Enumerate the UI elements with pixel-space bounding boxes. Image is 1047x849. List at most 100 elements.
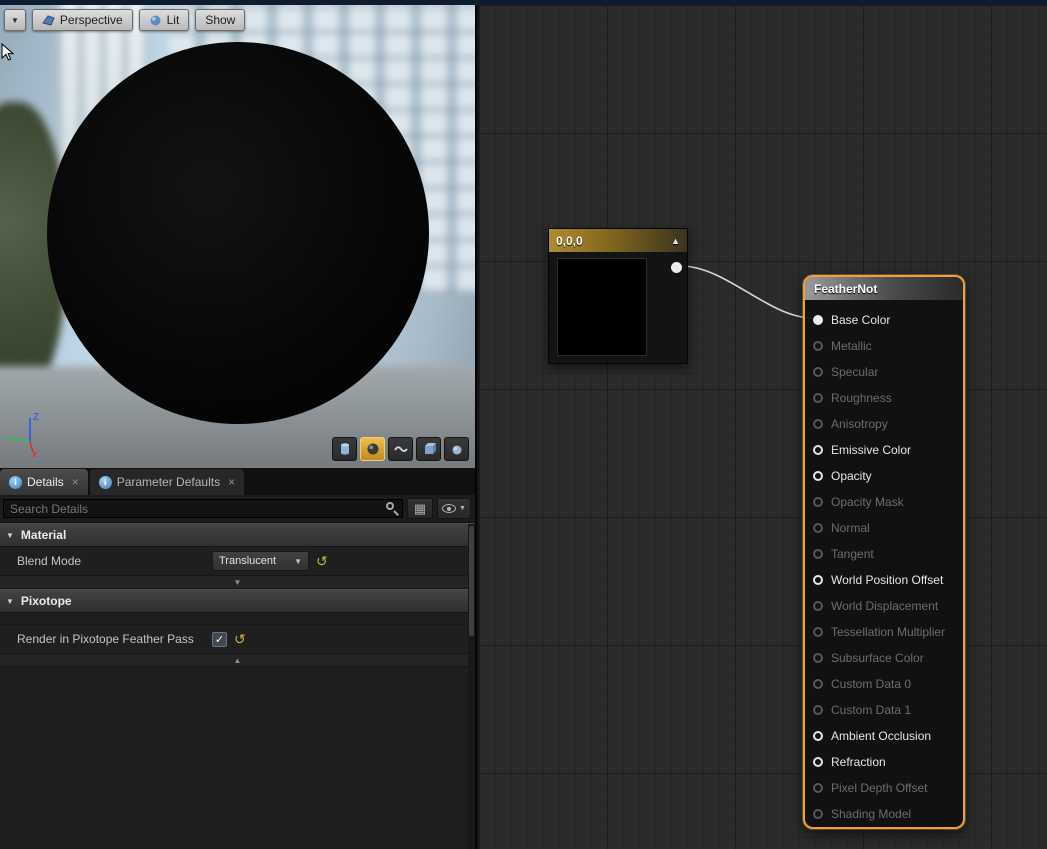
material-node-pins: Base Color Metallic SpecularRoughness Aniso… [805,300,963,829]
blend-mode-dropdown[interactable]: Translucent ▼ [212,551,309,571]
material-pin-row[interactable]: Emissive Color [813,437,955,463]
preview-shape-cylinder-button[interactable] [332,437,357,461]
input-pin-icon[interactable] [813,679,823,689]
section-expanded-icon: ▼ [6,597,14,606]
pin-label: Metallic [831,339,872,353]
material-pin-row[interactable]: Base Color [813,307,955,333]
check-icon: ✓ [215,633,224,646]
details-empty-area [0,667,475,827]
input-pin-icon[interactable] [813,627,823,637]
preview-shape-sphere-button[interactable] [360,437,385,461]
show-label: Show [205,13,235,27]
material-pin-row[interactable]: Roughness [813,385,955,411]
details-panel: i Details × i Parameter Defaults × ▦ [0,468,477,849]
axis-gizmo: Z x [2,406,54,458]
input-pin-icon[interactable] [813,549,823,559]
search-details-input[interactable] [3,499,403,518]
material-output-node[interactable]: FeatherNot Base Color Metallic SpecularRou… [803,275,965,829]
input-pin-icon[interactable] [813,419,823,429]
viewport-options-button[interactable]: ▼ [4,9,26,31]
material-pin-row[interactable]: Pixel Depth Offset [813,775,955,801]
input-pin-icon[interactable] [813,809,823,819]
pin-label: Base Color [831,313,890,327]
chevron-down-icon: ▼ [459,505,466,512]
node-collapse-icon[interactable]: ▲ [671,236,680,246]
details-search-row: ▦ ▼ [0,495,475,523]
material-pin-row[interactable]: Normal [813,515,955,541]
collapse-up-icon: ▲ [234,656,242,665]
close-icon[interactable]: × [72,475,79,489]
perspective-button[interactable]: Perspective [32,9,133,31]
input-pin-icon[interactable] [813,575,823,585]
cube-icon [422,442,436,456]
preview-viewport[interactable]: ▼ Perspective Lit Show [0,5,477,468]
preview-shape-cube-button[interactable] [416,437,441,461]
material-node-titlebar[interactable]: FeatherNot [805,277,963,300]
viewport-toolbar: ▼ Perspective Lit Show [4,9,245,31]
input-pin-icon[interactable] [813,731,823,741]
input-pin-icon[interactable] [813,601,823,611]
constant-node-titlebar[interactable]: 0,0,0 ▲ [549,229,687,252]
spacer-row [0,613,475,625]
section-expanded-icon: ▼ [6,531,14,540]
input-pin-icon[interactable] [813,445,823,455]
show-button[interactable]: Show [195,9,245,31]
material-pin-row[interactable]: Custom Data 1 [813,697,955,723]
tab-details[interactable]: i Details × [0,469,88,495]
material-pin-row[interactable]: Tangent [813,541,955,567]
material-pin-row[interactable]: Shading Model [813,801,955,827]
scrollbar-thumb[interactable] [469,526,474,636]
input-pin-icon[interactable] [813,497,823,507]
material-pin-row[interactable]: World Position Offset [813,567,955,593]
section-material-title: Material [21,528,66,542]
material-advanced-expander[interactable]: ▼ [0,576,475,589]
material-pin-row[interactable]: Tessellation Multiplier [813,619,955,645]
info-icon: i [99,476,112,489]
close-icon[interactable]: × [228,475,235,489]
preview-shape-teapot-button[interactable] [444,437,469,461]
preview-shape-plane-button[interactable] [388,437,413,461]
input-pin-icon[interactable] [813,367,823,377]
pin-label: Anisotropy [831,417,888,431]
input-pin-icon[interactable] [813,705,823,715]
tab-parameter-defaults[interactable]: i Parameter Defaults × [90,469,244,495]
material-pin-row[interactable]: Ambient Occlusion [813,723,955,749]
input-pin-icon[interactable] [813,523,823,533]
input-pin-icon[interactable] [813,757,823,767]
input-pin-icon[interactable] [813,471,823,481]
input-pin-icon[interactable] [813,341,823,351]
view-options-button[interactable]: ▼ [437,498,471,519]
material-pin-row[interactable]: Metallic [813,333,955,359]
property-matrix-button[interactable]: ▦ [407,498,433,519]
reset-to-default-icon[interactable]: ↺ [316,554,328,568]
material-editor-window: ▼ Perspective Lit Show [0,0,1047,849]
material-pin-row[interactable]: World Displacement [813,593,955,619]
sphere-icon [366,442,380,456]
pin-label: Tessellation Multiplier [831,625,945,639]
tab-parameter-defaults-label: Parameter Defaults [117,475,220,489]
material-pin-row[interactable]: Subsurface Color [813,645,955,671]
material-graph-canvas[interactable]: 0,0,0 ▲ FeatherNot Base Color Metallic Spe… [479,5,1047,849]
feather-pass-label: Render in Pixotope Feather Pass [0,632,212,646]
material-pin-row[interactable]: Custom Data 0 [813,671,955,697]
material-pin-row[interactable]: Anisotropy [813,411,955,437]
material-pin-row[interactable]: Opacity [813,463,955,489]
pixotope-collapse-expander[interactable]: ▲ [0,654,475,667]
section-header-pixotope[interactable]: ▼ Pixotope [0,589,475,613]
section-header-material[interactable]: ▼ Material [0,523,475,547]
input-pin-icon[interactable] [813,315,823,325]
input-pin-icon[interactable] [813,783,823,793]
details-scrollbar[interactable] [468,524,475,849]
material-node-title: FeatherNot [814,282,877,296]
lit-button[interactable]: Lit [139,9,190,31]
feather-pass-checkbox[interactable]: ✓ [212,632,227,647]
reset-to-default-icon[interactable]: ↺ [234,632,246,646]
input-pin-icon[interactable] [813,653,823,663]
plane-icon [394,442,408,456]
material-pin-row[interactable]: Refraction [813,749,955,775]
output-pin[interactable] [671,262,682,273]
material-pin-row[interactable]: Opacity Mask [813,489,955,515]
material-pin-row[interactable]: Specular [813,359,955,385]
constant-color-node[interactable]: 0,0,0 ▲ [548,228,688,364]
input-pin-icon[interactable] [813,393,823,403]
